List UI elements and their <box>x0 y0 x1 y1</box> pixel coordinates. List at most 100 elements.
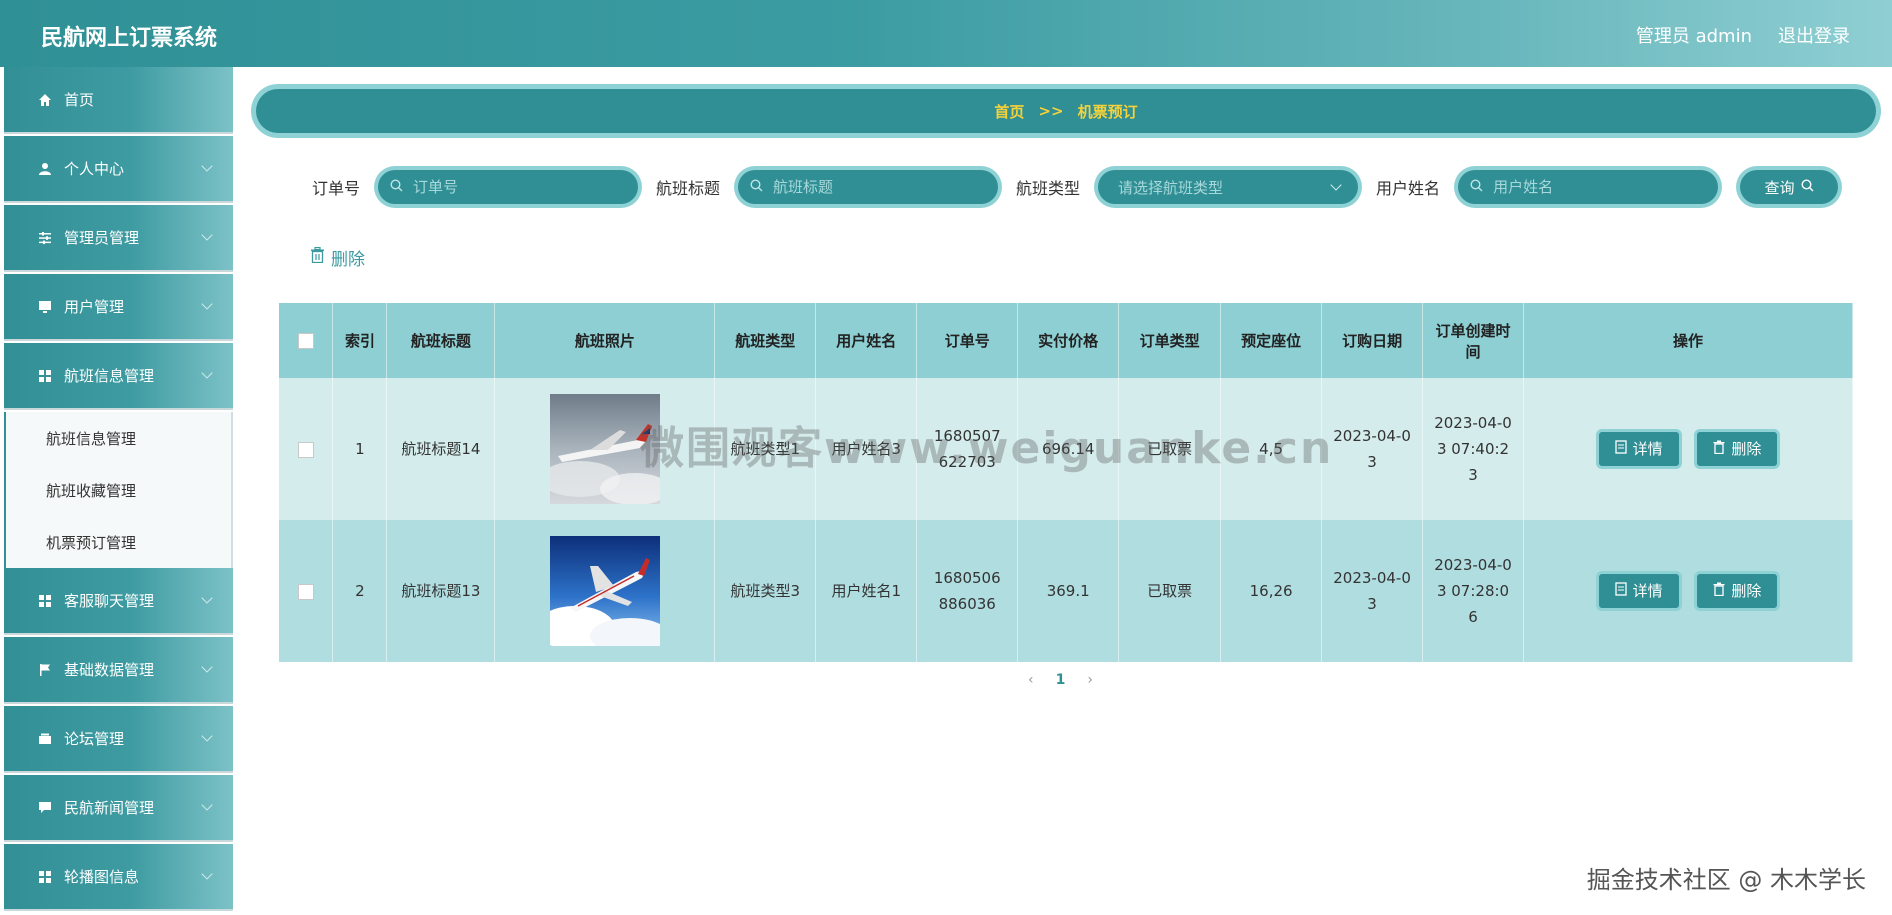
chat-icon <box>36 800 54 816</box>
sidebar-item-carousel[interactable]: 轮播图信息 <box>4 844 233 911</box>
row-checkbox[interactable] <box>297 583 314 600</box>
breadcrumb-home[interactable]: 首页 <box>994 101 1024 122</box>
booking-table: 索引 航班标题 航班照片 航班类型 用户姓名 订单号 实付价格 订单类型 预定座… <box>279 303 1853 662</box>
submenu-flight-favorites[interactable]: 航班收藏管理 <box>6 464 231 516</box>
prev-page-button[interactable]: ‹ <box>1028 672 1034 688</box>
chevron-down-icon <box>201 229 213 241</box>
sidebar-item-label: 民航新闻管理 <box>64 799 155 817</box>
table-header-row: 索引 航班标题 航班照片 航班类型 用户姓名 订单号 实付价格 订单类型 预定座… <box>279 303 1853 378</box>
flight-title-field[interactable] <box>734 166 1003 208</box>
cell-actions: 详情 删除 <box>1523 378 1853 520</box>
sidebar: 首页 个人中心 管理员管理 用户管理 航班信息管理 航班信息管理 航班收藏管理 … <box>4 67 233 915</box>
flight-title-label: 航班标题 <box>656 179 721 198</box>
search-icon <box>1470 178 1483 196</box>
user-name-label: 用户姓名 <box>1376 179 1441 198</box>
column-header: 航班类型 <box>714 303 817 378</box>
delete-button-label: 删除 <box>1731 440 1762 458</box>
grid-icon <box>36 593 54 609</box>
flight-type-placeholder: 请选择航班类型 <box>1118 178 1224 197</box>
grid-icon <box>36 869 54 885</box>
cell-user: 用户姓名1 <box>815 520 918 662</box>
cell-price: 369.1 <box>1017 520 1120 662</box>
column-header: 操作 <box>1523 303 1853 378</box>
query-button-label: 查询 <box>1764 178 1795 197</box>
search-icon <box>1801 178 1814 196</box>
detail-button[interactable]: 详情 <box>1595 429 1682 469</box>
submenu-flight-info[interactable]: 航班信息管理 <box>6 412 231 464</box>
sidebar-item-chat[interactable]: 客服聊天管理 <box>4 568 233 635</box>
delete-button-label: 删除 <box>1731 582 1762 600</box>
chevron-down-icon <box>1330 179 1342 191</box>
column-header: 索引 <box>332 303 388 378</box>
cell-title: 航班标题14 <box>386 378 496 520</box>
cell-order-type: 已取票 <box>1118 520 1222 662</box>
sidebar-item-news[interactable]: 民航新闻管理 <box>4 775 233 842</box>
flag-icon <box>36 662 54 678</box>
flight-type-label: 航班类型 <box>1016 179 1081 198</box>
cell-actions: 详情 删除 <box>1523 520 1853 662</box>
bulk-delete-button[interactable]: 删除 <box>310 245 365 270</box>
logout-link[interactable]: 退出登录 <box>1778 22 1850 48</box>
table-row: 2 航班标题13 航班类型3 用户姓名1 1680506886036 369.1… <box>279 520 1853 662</box>
bulk-delete-label: 删除 <box>331 250 365 270</box>
pagination: ‹ 1 › <box>1028 672 1093 688</box>
column-header: 订购日期 <box>1321 303 1424 378</box>
user-name-field[interactable] <box>1454 166 1723 208</box>
sidebar-item-label: 基础数据管理 <box>64 661 155 679</box>
select-all-checkbox[interactable] <box>297 333 314 349</box>
monitor-icon <box>36 299 54 315</box>
search-icon <box>750 178 763 196</box>
flight-type-select[interactable]: 请选择航班类型 <box>1094 166 1363 208</box>
cell-title: 航班标题13 <box>386 520 496 662</box>
sidebar-item-home[interactable]: 首页 <box>4 67 233 134</box>
flight-submenu: 航班信息管理 航班收藏管理 机票预订管理 <box>4 412 233 568</box>
chevron-down-icon <box>201 592 213 604</box>
column-header: 航班标题 <box>386 303 496 378</box>
document-icon <box>1614 578 1627 604</box>
column-header: 用户姓名 <box>815 303 918 378</box>
grid-icon <box>36 368 54 384</box>
sidebar-item-label: 首页 <box>64 91 95 109</box>
flight-title-input[interactable] <box>771 177 976 197</box>
cell-photo <box>494 520 716 662</box>
chevron-down-icon <box>201 160 213 172</box>
order-no-input[interactable] <box>411 177 616 197</box>
wallet-icon <box>36 731 54 747</box>
row-checkbox[interactable] <box>297 441 314 458</box>
trash-icon <box>1713 436 1725 462</box>
sidebar-item-label: 航班信息管理 <box>64 367 155 385</box>
sidebar-item-forum[interactable]: 论坛管理 <box>4 706 233 773</box>
breadcrumb-current: 机票预订 <box>1077 102 1138 121</box>
user-name-input[interactable] <box>1491 177 1696 197</box>
submenu-ticket-booking[interactable]: 机票预订管理 <box>6 516 231 568</box>
trash-icon <box>310 246 325 268</box>
app-title: 民航网上订票系统 <box>41 26 218 51</box>
breadcrumb: 首页 >> 机票预订 <box>251 84 1881 138</box>
chevron-down-icon <box>201 367 213 379</box>
sidebar-item-label: 个人中心 <box>64 160 125 178</box>
sidebar-item-flights[interactable]: 航班信息管理 <box>4 343 233 410</box>
sidebar-item-personal[interactable]: 个人中心 <box>4 136 233 203</box>
column-header: 预定座位 <box>1220 303 1323 378</box>
sidebar-item-users[interactable]: 用户管理 <box>4 274 233 341</box>
user-icon <box>36 161 54 177</box>
document-icon <box>1614 436 1627 462</box>
cell-seat: 16,26 <box>1220 520 1323 662</box>
top-header: 民航网上订票系统 管理员 admin 退出登录 <box>0 0 1892 67</box>
select-all-header <box>279 303 334 378</box>
delete-button[interactable]: 删除 <box>1694 429 1781 469</box>
admin-user-label[interactable]: 管理员 admin <box>1636 22 1752 48</box>
delete-button[interactable]: 删除 <box>1694 571 1781 611</box>
cell-date: 2023-04-03 <box>1321 520 1424 662</box>
detail-button[interactable]: 详情 <box>1595 571 1682 611</box>
query-button[interactable]: 查询 <box>1736 166 1843 208</box>
sidebar-item-basedata[interactable]: 基础数据管理 <box>4 637 233 704</box>
detail-button-label: 详情 <box>1632 440 1663 458</box>
sidebar-item-admin[interactable]: 管理员管理 <box>4 205 233 272</box>
column-header: 订单号 <box>916 303 1019 378</box>
watermark-overlay: 微围观客www.weiguanke.cn <box>640 423 1334 474</box>
next-page-button[interactable]: › <box>1087 672 1093 688</box>
page-number[interactable]: 1 <box>1056 672 1066 688</box>
order-no-field[interactable] <box>374 166 643 208</box>
chevron-down-icon <box>201 661 213 673</box>
